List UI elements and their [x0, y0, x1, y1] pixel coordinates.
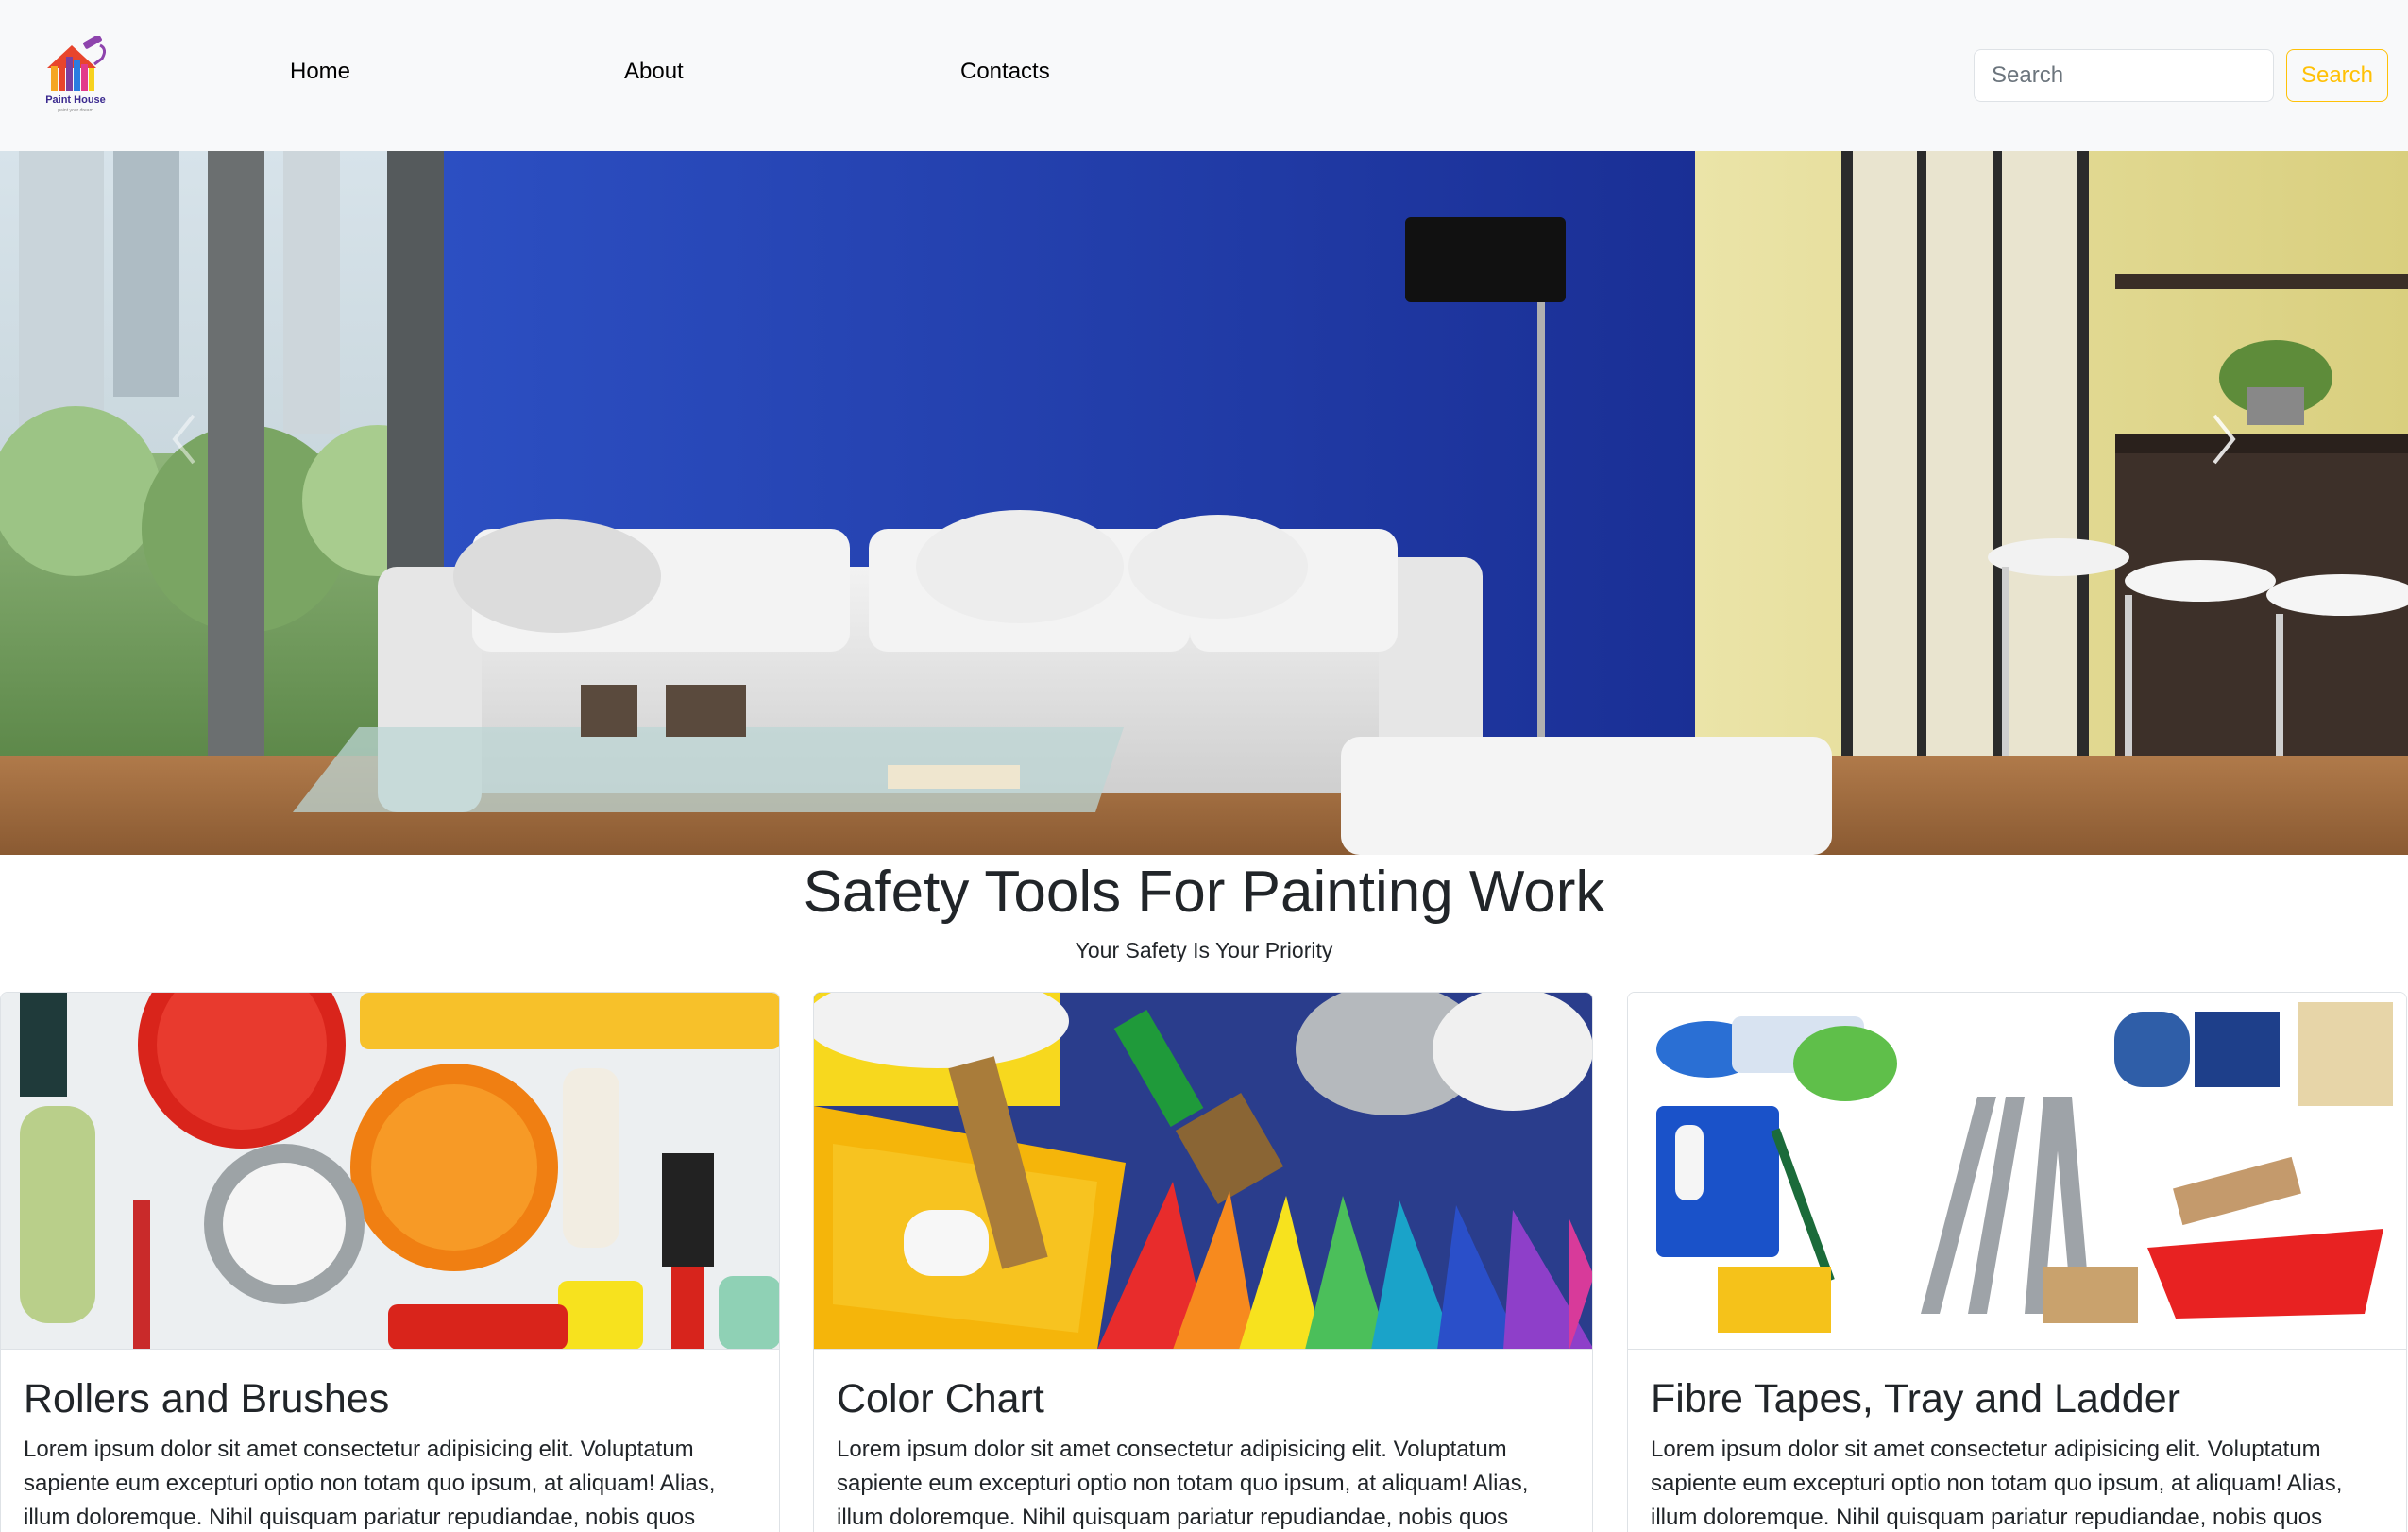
- product-card: Rollers and Brushes Lorem ipsum dolor si…: [0, 992, 780, 1532]
- card-title: Rollers and Brushes: [24, 1376, 390, 1421]
- card-text: Lorem ipsum dolor sit amet consectetur a…: [1651, 1437, 2343, 1530]
- paint-roller-logo-icon: [47, 34, 107, 91]
- search-button[interactable]: Search: [2286, 49, 2388, 102]
- color-chart-image: [814, 993, 1592, 1349]
- tapes-tray-ladder-image: [1628, 993, 2406, 1349]
- product-card: Fibre Tapes, Tray and Ladder Lorem ipsum…: [1627, 992, 2407, 1532]
- card-text: Lorem ipsum dolor sit amet consectetur a…: [24, 1437, 716, 1530]
- card-image: [814, 993, 1592, 1350]
- rollers-brushes-image: [1, 993, 779, 1349]
- card-text: Lorem ipsum dolor sit amet consectetur a…: [837, 1437, 1529, 1530]
- product-card: Color Chart Lorem ipsum dolor sit amet c…: [813, 992, 1593, 1532]
- nav-about-link[interactable]: About: [624, 59, 684, 85]
- carousel-next-button[interactable]: [2196, 401, 2252, 477]
- nav-home-link[interactable]: Home: [290, 59, 350, 85]
- brand-logo[interactable]: Paint House paint your dream: [40, 34, 111, 115]
- brand-name: Paint House: [45, 94, 106, 106]
- brand-tagline: paint your dream: [58, 108, 93, 113]
- living-room-image: [0, 151, 2408, 855]
- card-title: Fibre Tapes, Tray and Ladder: [1651, 1376, 2180, 1421]
- hero-carousel: [0, 151, 2408, 855]
- section-title: Safety Tools For Painting Work: [803, 860, 1605, 925]
- chevron-right-icon: [2213, 414, 2236, 465]
- card-image: [1, 993, 779, 1350]
- chevron-left-icon: [172, 414, 195, 465]
- carousel-prev-button[interactable]: [156, 401, 212, 477]
- section-subtitle: Your Safety Is Your Priority: [1075, 938, 1333, 962]
- nav-contacts-link[interactable]: Contacts: [960, 59, 1050, 85]
- search-input[interactable]: [1974, 49, 2274, 102]
- card-title: Color Chart: [837, 1376, 1044, 1421]
- card-image: [1628, 993, 2406, 1350]
- navbar: Paint House paint your dream Home About …: [0, 0, 2408, 151]
